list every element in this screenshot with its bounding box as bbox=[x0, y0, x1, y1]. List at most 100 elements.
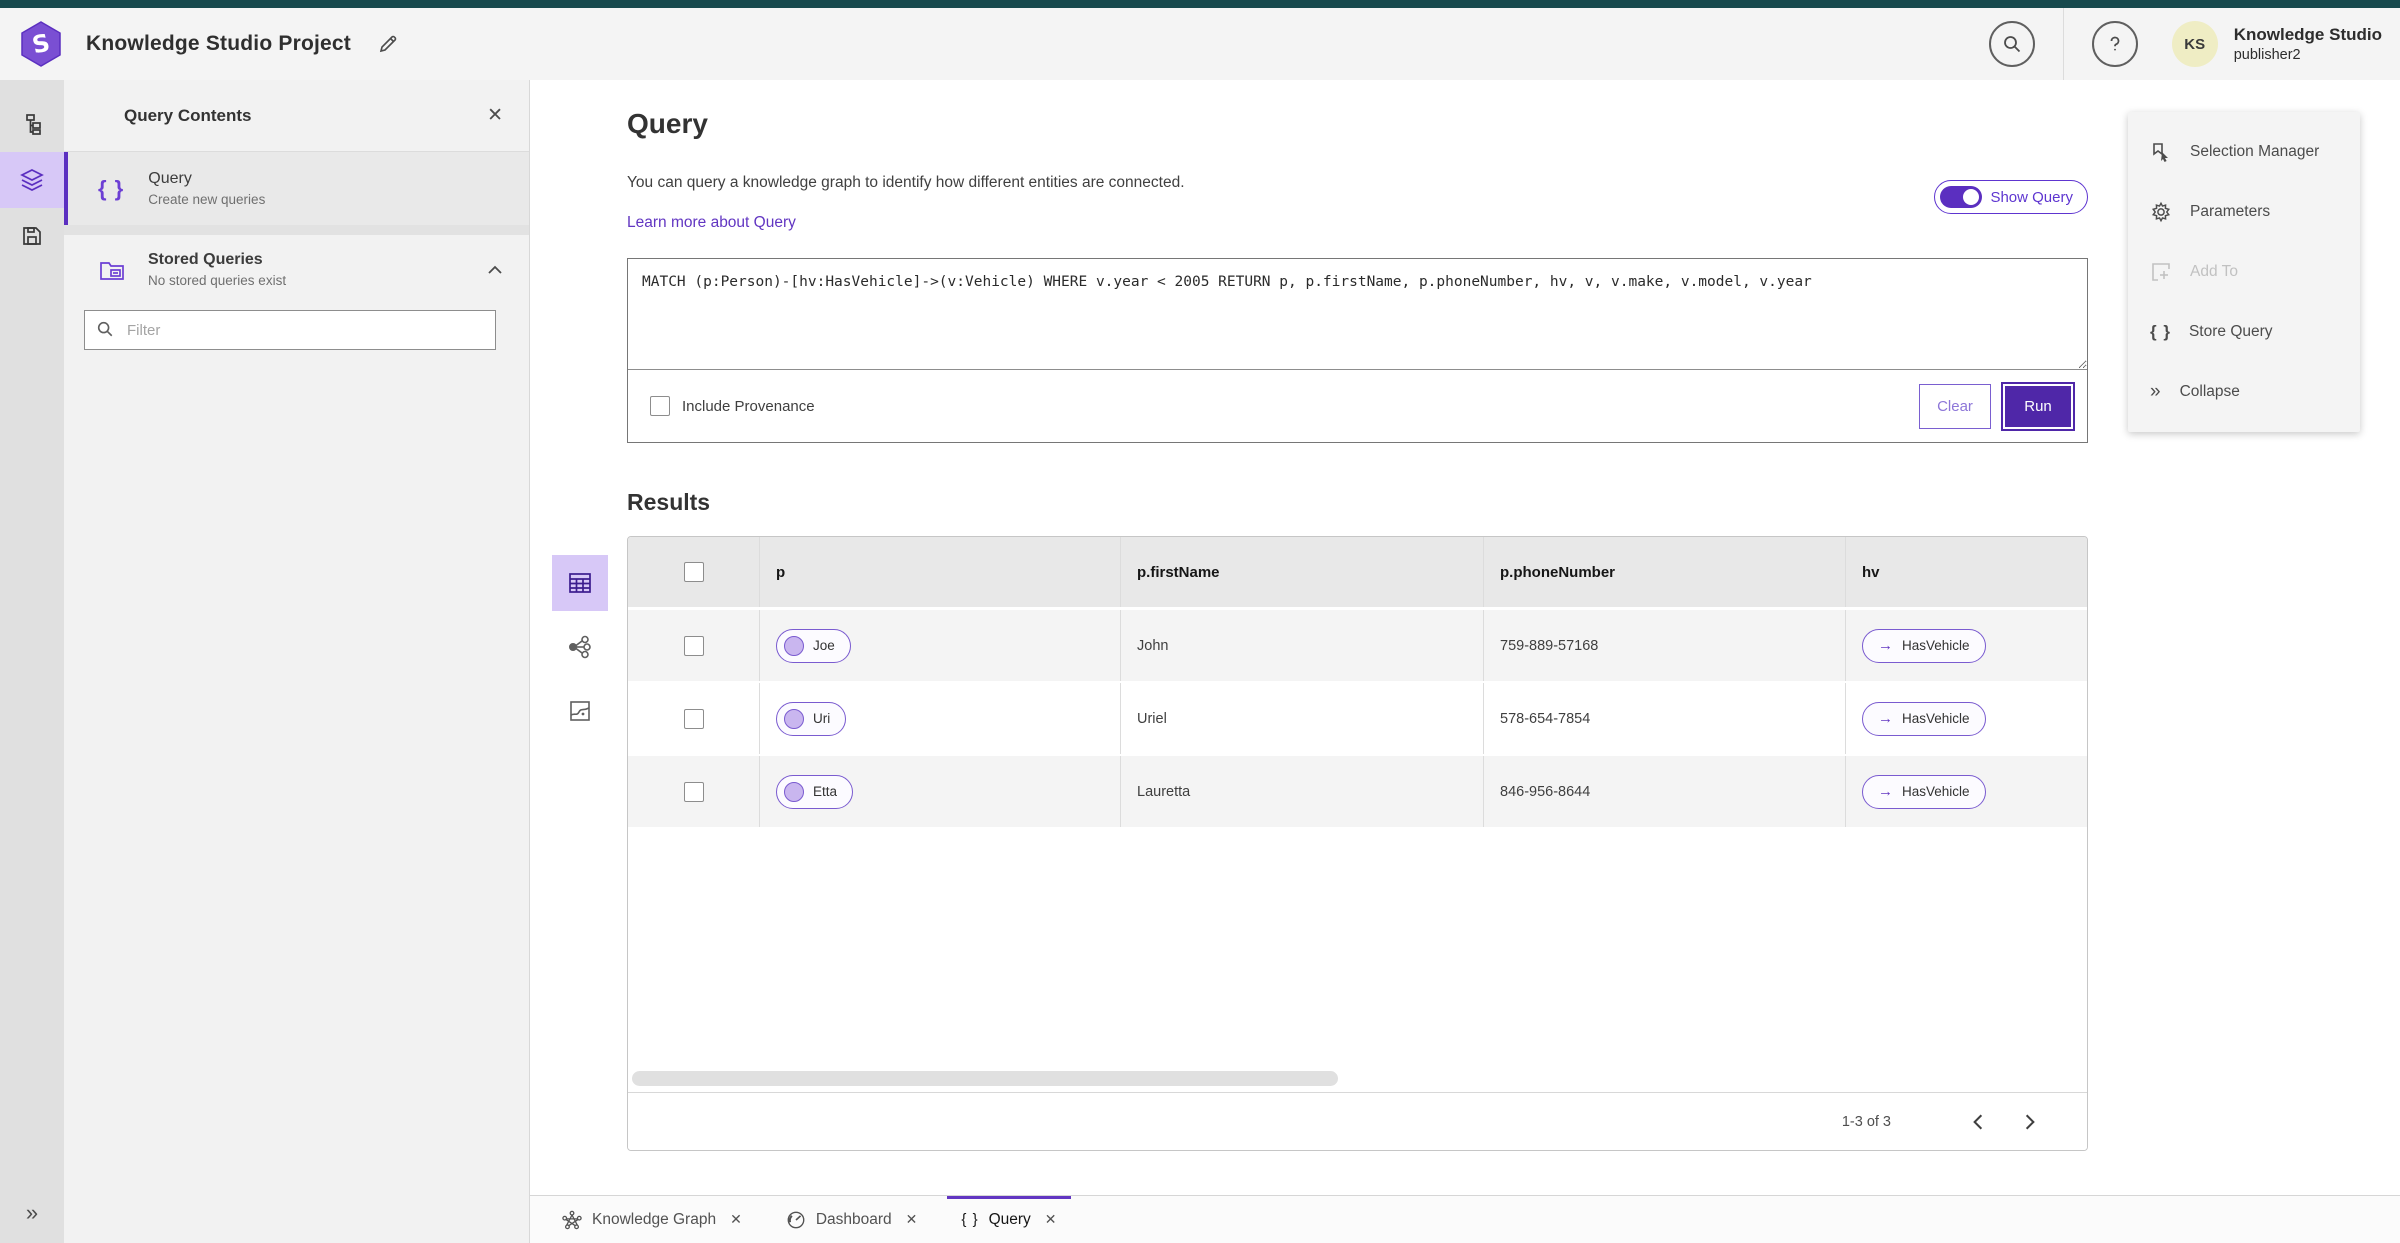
user-avatar[interactable]: KS bbox=[2171, 21, 2218, 67]
panel-close-button[interactable]: ✕ bbox=[487, 104, 503, 127]
chevron-right-icon bbox=[2025, 1114, 2035, 1129]
include-provenance-label: Include Provenance bbox=[682, 397, 815, 415]
tab-label: Knowledge Graph bbox=[592, 1210, 717, 1228]
panel-item-query[interactable]: { } Query Create new queries bbox=[64, 152, 529, 225]
run-button[interactable]: Run bbox=[2003, 383, 2073, 429]
parameters-button[interactable]: Parameters bbox=[2128, 182, 2360, 242]
stored-queries-sublabel: No stored queries exist bbox=[148, 273, 287, 288]
graph-view-button[interactable] bbox=[552, 619, 608, 675]
user-org: Knowledge Studio bbox=[2233, 25, 2382, 45]
column-header-p[interactable]: p bbox=[776, 564, 785, 581]
parameters-gear-icon bbox=[2151, 201, 2171, 223]
add-to-icon bbox=[2152, 263, 2170, 281]
filter-field-wrap bbox=[84, 310, 496, 350]
hierarchy-icon bbox=[26, 114, 41, 135]
selection-bar bbox=[64, 152, 68, 225]
query-item-sublabel: Create new queries bbox=[148, 192, 266, 207]
table-empty-area bbox=[628, 829, 2087, 1092]
user-name: publisher2 bbox=[2233, 46, 2301, 63]
node-pill[interactable]: Joe bbox=[776, 628, 851, 663]
learn-more-link[interactable]: Learn more about Query bbox=[627, 214, 796, 232]
search-button[interactable] bbox=[1988, 21, 2035, 67]
results-title: Results bbox=[627, 489, 711, 515]
knowledge-graph-icon bbox=[562, 1210, 582, 1229]
map-view-button[interactable] bbox=[552, 683, 608, 739]
stored-queries-folder-icon bbox=[100, 261, 124, 280]
braces-icon: { } bbox=[2150, 322, 2171, 341]
header-divider bbox=[2062, 8, 2064, 80]
collapse-panel-button[interactable]: » Collapse bbox=[2128, 362, 2360, 422]
rail-layers-button[interactable] bbox=[0, 152, 64, 208]
edge-label: HasVehicle bbox=[1902, 711, 1970, 726]
close-tab-icon[interactable]: ✕ bbox=[906, 1211, 918, 1228]
column-header-phonenumber[interactable]: p.phoneNumber bbox=[1500, 564, 1615, 581]
close-tab-icon[interactable]: ✕ bbox=[1045, 1211, 1057, 1228]
cell-firstname: Uriel bbox=[1137, 710, 1167, 727]
store-query-button[interactable]: { } Store Query bbox=[2128, 302, 2360, 362]
main-area: Query You can query a knowledge graph to… bbox=[530, 80, 2400, 1195]
query-tools-panel: Selection Manager Parameters Add To {} … bbox=[2128, 112, 2360, 432]
pagination-prev-button[interactable] bbox=[1965, 1107, 1991, 1137]
table-row: Joe John 759-889-57168 → HasVehicle bbox=[628, 610, 2087, 683]
row-checkbox[interactable] bbox=[683, 635, 704, 656]
header-actions: KS Knowledge Studio publisher2 bbox=[1988, 8, 2382, 80]
parameters-label: Parameters bbox=[2190, 203, 2271, 220]
arrow-right-icon: → bbox=[1878, 637, 1893, 654]
rail-hierarchy-button[interactable] bbox=[0, 96, 64, 152]
include-provenance-checkbox[interactable] bbox=[650, 396, 670, 416]
tab-label: Query bbox=[988, 1210, 1031, 1228]
node-pill[interactable]: Etta bbox=[776, 774, 854, 809]
query-content: Query You can query a knowledge graph to… bbox=[627, 80, 2088, 1151]
dashboard-gauge-icon bbox=[787, 1211, 805, 1228]
query-editor-footer: Include Provenance Clear Run bbox=[628, 370, 2087, 442]
selection-manager-button[interactable]: Selection Manager bbox=[2128, 122, 2360, 182]
query-editor-box: MATCH (p:Person)-[hv:HasVehicle]->(v:Veh… bbox=[627, 258, 2088, 443]
edit-title-button[interactable] bbox=[377, 33, 399, 55]
panel-title: Query Contents bbox=[124, 105, 252, 125]
select-all-checkbox[interactable] bbox=[683, 562, 704, 582]
clear-button[interactable]: Clear bbox=[1919, 383, 1991, 429]
tab-query[interactable]: { } Query ✕ bbox=[939, 1196, 1078, 1243]
row-checkbox[interactable] bbox=[683, 781, 704, 802]
column-header-hv[interactable]: hv bbox=[1862, 564, 1880, 581]
tab-dashboard[interactable]: Dashboard ✕ bbox=[764, 1196, 940, 1243]
toggle-label: Show Query bbox=[1990, 188, 2073, 206]
pagination-next-button[interactable] bbox=[2017, 1107, 2043, 1137]
pagination-range: 1-3 of 3 bbox=[1841, 1113, 1891, 1130]
arrow-right-icon: → bbox=[1878, 783, 1893, 800]
horizontal-scrollbar[interactable] bbox=[632, 1071, 1338, 1086]
filter-input[interactable] bbox=[84, 310, 496, 350]
edge-pill[interactable]: → HasVehicle bbox=[1862, 774, 1986, 809]
add-to-label: Add To bbox=[2190, 263, 2238, 280]
node-pill[interactable]: Uri bbox=[776, 701, 847, 736]
user-info: Knowledge Studio publisher2 bbox=[2234, 24, 2382, 63]
knowledge-studio-app: S Knowledge Studio Project KS Knowledge … bbox=[0, 0, 2400, 1243]
pagination-footer: 1-3 of 3 bbox=[628, 1092, 2087, 1150]
results-table-header: p p.firstName p.phoneNumber hv bbox=[628, 537, 2087, 610]
help-button[interactable] bbox=[2091, 21, 2138, 67]
query-textarea[interactable]: MATCH (p:Person)-[hv:HasVehicle]->(v:Veh… bbox=[628, 259, 2087, 370]
chevron-up-icon[interactable] bbox=[487, 265, 503, 275]
edge-pill[interactable]: → HasVehicle bbox=[1862, 701, 1986, 736]
close-tab-icon[interactable]: ✕ bbox=[730, 1211, 742, 1228]
node-icon bbox=[784, 781, 804, 802]
selection-manager-icon bbox=[2153, 143, 2168, 162]
table-view-button[interactable] bbox=[552, 555, 608, 611]
stored-queries-label: Stored Queries bbox=[148, 251, 263, 268]
rail-expand-button[interactable]: » bbox=[0, 1193, 64, 1233]
edge-pill[interactable]: → HasVehicle bbox=[1862, 628, 1986, 663]
column-header-firstname[interactable]: p.firstName bbox=[1137, 564, 1220, 581]
show-query-toggle[interactable]: Show Query bbox=[1934, 180, 2088, 214]
node-label: Joe bbox=[813, 638, 835, 653]
pencil-icon bbox=[379, 35, 397, 53]
braces-icon: { } bbox=[961, 1211, 979, 1228]
stored-queries-header[interactable]: Stored Queries No stored queries exist bbox=[64, 235, 529, 298]
rail-save-button[interactable] bbox=[0, 208, 64, 264]
help-icon bbox=[2110, 36, 2120, 51]
table-row: Uri Uriel 578-654-7854 → HasVehicle bbox=[628, 683, 2087, 756]
tab-knowledge-graph[interactable]: Knowledge Graph ✕ bbox=[540, 1196, 764, 1243]
node-label: Etta bbox=[813, 784, 838, 799]
row-checkbox[interactable] bbox=[683, 708, 704, 729]
top-accent-strip bbox=[0, 0, 2400, 8]
add-to-button[interactable]: Add To bbox=[2128, 242, 2360, 302]
